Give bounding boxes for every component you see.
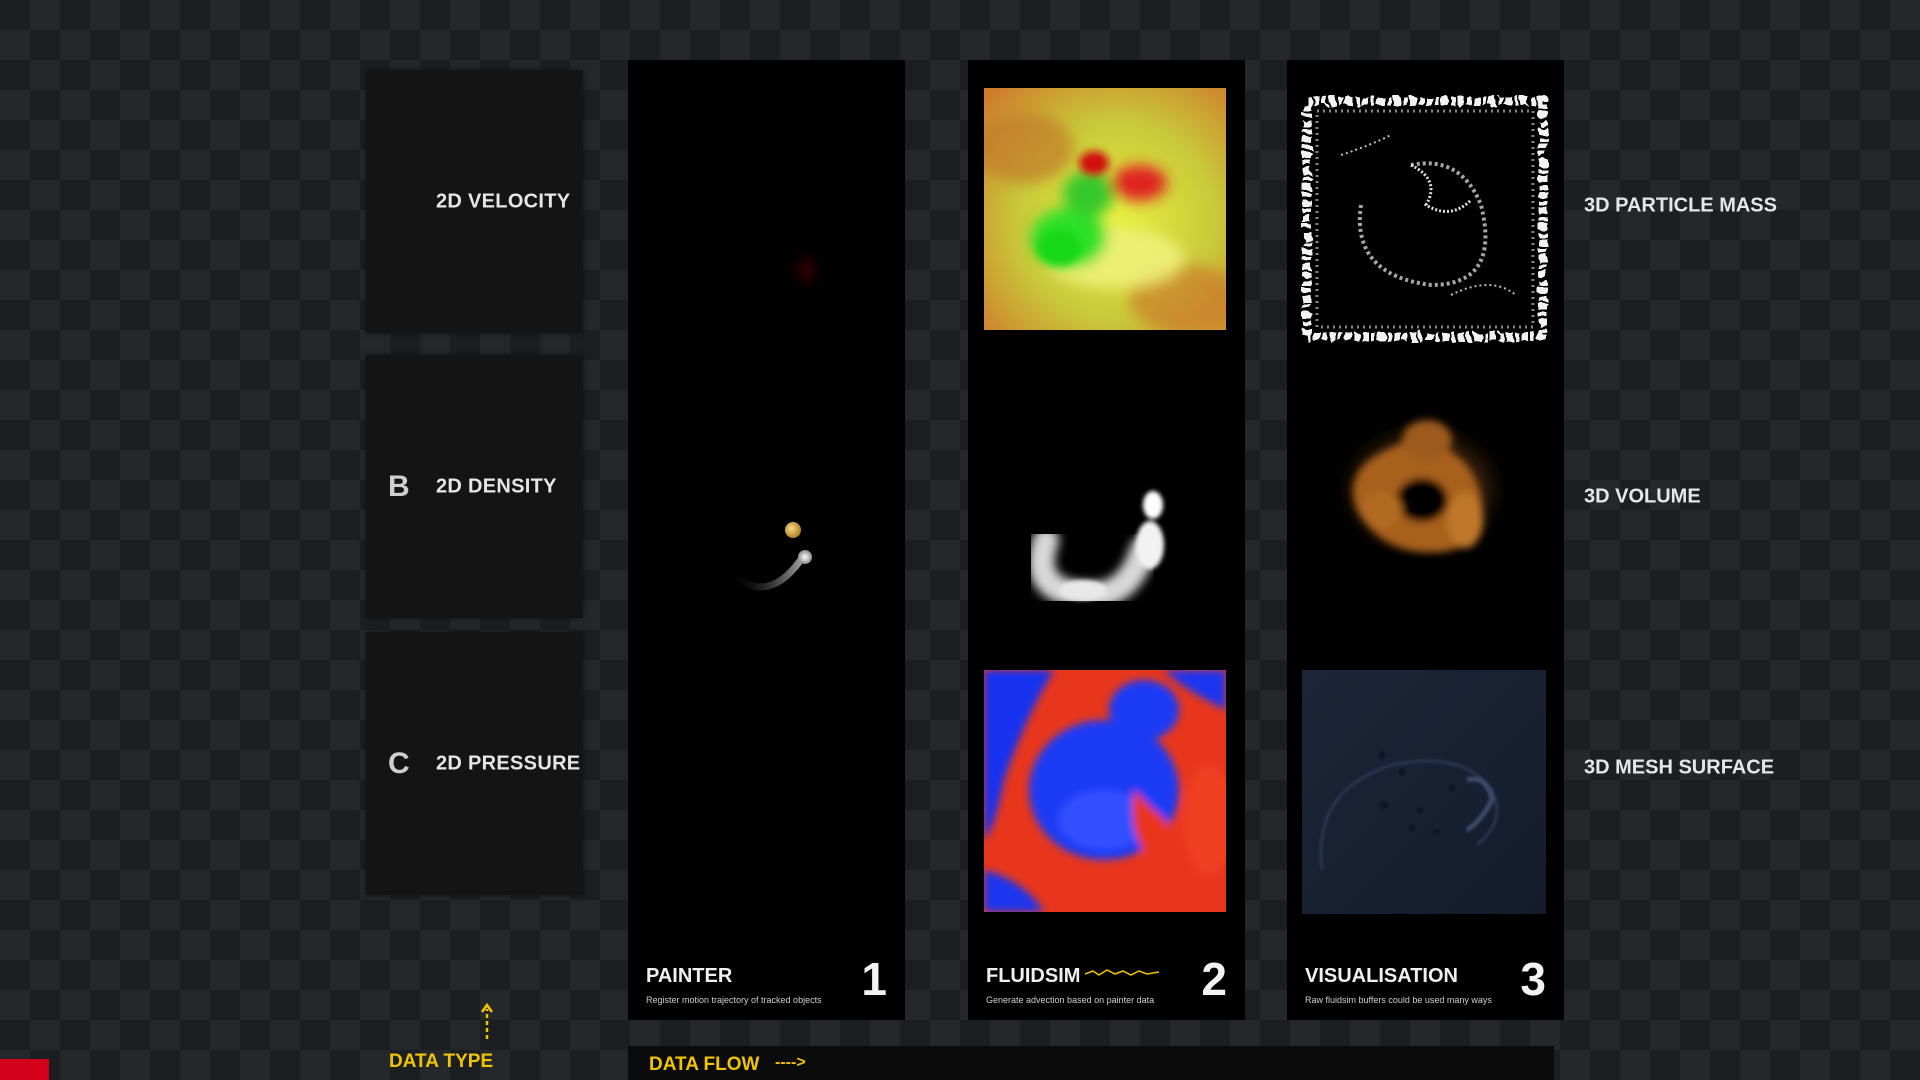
painter-density-image: [724, 522, 812, 591]
particle-mass-image: [1302, 96, 1548, 342]
column-number: 1: [861, 953, 887, 1005]
column-title: FLUIDSIM: [986, 965, 1081, 987]
painter-column: PAINTER Register motion trajectory of tr…: [628, 60, 905, 1020]
column-subtitle: Generate advection based on painter data: [986, 995, 1155, 1005]
fluidsim-column: FLUIDSIM Generate advection based on pai…: [968, 60, 1245, 1020]
tile-label: 2D DENSITY: [436, 475, 557, 497]
red-corner-marker: [0, 1059, 49, 1080]
data-type-tile-density: B 2D DENSITY: [366, 355, 583, 618]
output-label-particle-mass: 3D PARTICLE MASS: [1584, 194, 1777, 217]
column-subtitle: Raw fluidsim buffers could be used many …: [1305, 995, 1492, 1005]
data-flow-arrow: ---->: [775, 1054, 806, 1071]
fluidsim-density-image: [1028, 491, 1164, 609]
output-label-volume: 3D VOLUME: [1584, 485, 1701, 508]
column-title: PAINTER: [646, 965, 733, 987]
data-flow-bar: DATA FLOW ---->: [628, 1046, 1554, 1080]
output-label-mesh-surface: 3D MESH SURFACE: [1584, 756, 1775, 779]
painter-velocity-image: [784, 242, 828, 298]
data-type-tile-velocity: 2D VELOCITY: [366, 70, 583, 333]
column-title: VISUALISATION: [1305, 965, 1458, 987]
tile-letter: B: [388, 469, 410, 503]
fluidsim-velocity-image: [984, 88, 1226, 330]
column-number: 2: [1201, 953, 1227, 1005]
fluidsim-pressure-image: [984, 670, 1226, 912]
tile-letter: C: [388, 746, 410, 780]
data-flow-label: DATA FLOW: [649, 1054, 760, 1075]
data-type-tile-pressure: C 2D PRESSURE: [366, 632, 583, 895]
up-arrow-icon: [480, 1003, 494, 1039]
visualisation-column: VISUALISATION Raw fluidsim buffers could…: [1287, 60, 1564, 1020]
tile-label: 2D VELOCITY: [436, 190, 571, 212]
mesh-surface-image: [1302, 670, 1546, 914]
tile-label: 2D PRESSURE: [436, 752, 581, 774]
yellow-scribble-icon: [1084, 969, 1160, 976]
volume-image: [1352, 420, 1492, 553]
column-number: 3: [1520, 953, 1546, 1005]
data-type-label: DATA TYPE: [389, 1051, 494, 1072]
column-subtitle: Register motion trajectory of tracked ob…: [646, 995, 822, 1005]
